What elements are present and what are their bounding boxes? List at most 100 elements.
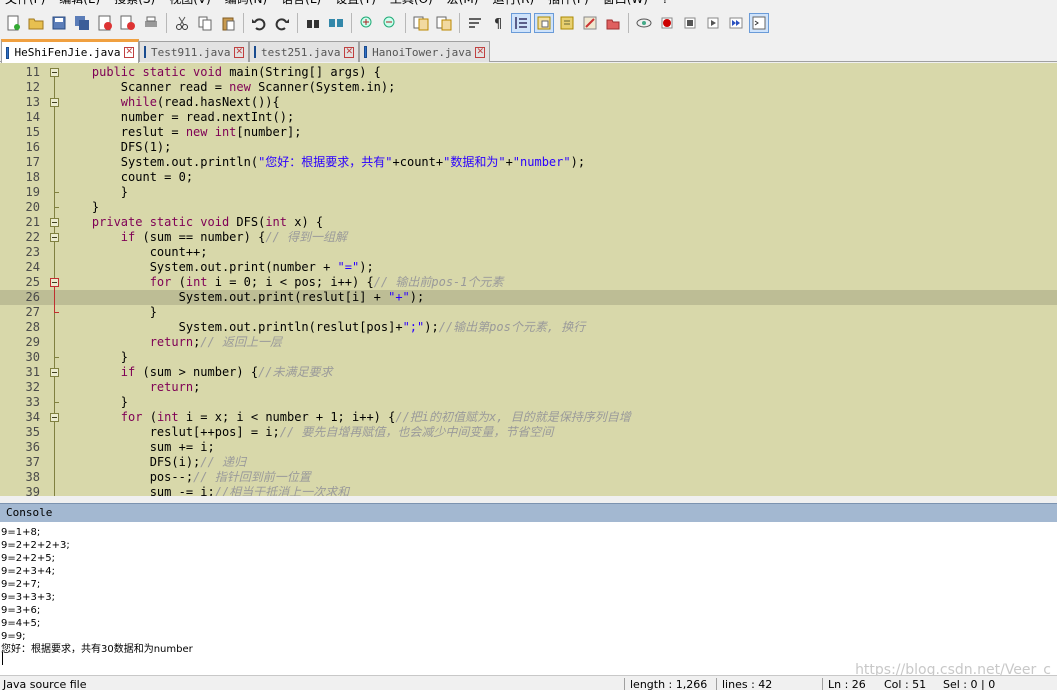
menu-item[interactable]: 宏(M) — [442, 0, 488, 6]
menu-item[interactable]: ? — [657, 0, 677, 6]
tab-heshifenjie[interactable]: HeShiFenJie.java ✕ — [1, 39, 139, 63]
redo-button[interactable] — [272, 13, 292, 33]
sync-horizontal-button[interactable] — [434, 13, 454, 33]
close-tab-icon[interactable]: ✕ — [234, 46, 245, 58]
run-macro-multiple-button[interactable] — [703, 13, 723, 33]
code-line[interactable]: 33 } — [0, 395, 1057, 410]
code-line[interactable]: 11 public static void main(String[] args… — [0, 65, 1057, 80]
paste-button[interactable] — [218, 13, 238, 33]
console-panel[interactable]: 9=1+8; 9=2+2+2+3; 9=2+2+5; 9=2+3+4; 9=2+7; 9=… — [0, 522, 1057, 678]
find-button[interactable] — [303, 13, 323, 33]
code-text: sum += i; — [63, 440, 215, 455]
folder-workspace-button[interactable] — [580, 13, 600, 33]
fold-toggle-icon[interactable] — [50, 368, 59, 377]
fold-toggle-icon[interactable] — [50, 413, 59, 422]
zoom-in-icon — [360, 16, 372, 28]
close-tab-icon[interactable]: ✕ — [475, 46, 485, 58]
menu-item[interactable]: 语言(L) — [276, 0, 330, 6]
menu-item[interactable]: 设置(T) — [330, 0, 385, 6]
play-macro-button[interactable] — [680, 13, 700, 33]
code-line[interactable]: 34 for (int i = x; i < number + 1; i++) … — [0, 410, 1057, 425]
code-line[interactable]: 13 while(read.hasNext()){ — [0, 95, 1057, 110]
open-file-button[interactable] — [26, 13, 46, 33]
comment: // 输出前pos-1个元素 — [373, 275, 504, 289]
code-line[interactable]: 28 System.out.println(reslut[pos]+";");/… — [0, 320, 1057, 335]
toolbar-separator — [628, 13, 629, 33]
code-line[interactable]: 29 return;// 返回上一层 — [0, 335, 1057, 350]
code-line[interactable]: 32 return; — [0, 380, 1057, 395]
code-line[interactable]: 12 Scanner read = new Scanner(System.in)… — [0, 80, 1057, 95]
menu-item[interactable]: 编辑(E) — [54, 0, 109, 6]
save-button[interactable] — [49, 13, 69, 33]
fold-toggle-icon[interactable] — [50, 218, 59, 227]
word-wrap-button[interactable] — [465, 13, 485, 33]
code-line[interactable]: 36 sum += i; — [0, 440, 1057, 455]
code-line[interactable]: 39 sum -= i;//相当于抵消上一次求和 — [0, 485, 1057, 496]
menu-item[interactable]: 工具(O) — [385, 0, 442, 6]
menu-item[interactable]: 窗口(W) — [598, 0, 657, 6]
code-line[interactable]: 22 if (sum == number) {// 得到一组解 — [0, 230, 1057, 245]
fold-toggle-icon[interactable] — [50, 68, 59, 77]
code-line[interactable]: 38 pos--;// 指针回到前一位置 — [0, 470, 1057, 485]
code-line[interactable]: 21 private static void DFS(int x) { — [0, 215, 1057, 230]
code-token: x) { — [294, 215, 324, 229]
monitoring-button[interactable] — [603, 13, 623, 33]
status-sel: Sel : 0 | 0 — [943, 678, 996, 690]
fold-toggle-icon[interactable] — [50, 98, 59, 107]
save-macro-button[interactable] — [726, 13, 746, 33]
menu-item[interactable]: 视图(V) — [164, 0, 220, 6]
menu-item[interactable]: 运行(R) — [487, 0, 543, 6]
record-macro-button[interactable] — [634, 13, 654, 33]
code-line[interactable]: 15 reslut = new int[number]; — [0, 125, 1057, 140]
new-file-button[interactable] — [3, 13, 23, 33]
tab-test251[interactable]: test251.java ✕ — [249, 41, 359, 62]
code-line[interactable]: 19 } — [0, 185, 1057, 200]
code-line[interactable]: 16 DFS(1); — [0, 140, 1057, 155]
code-line[interactable]: 20 } — [0, 200, 1057, 215]
comment: // 要先自增再赋值，也会减少中间变量，节省空间 — [279, 425, 554, 439]
menu-item[interactable]: 文件(F) — [0, 0, 54, 6]
code-line[interactable]: 23 count++; — [0, 245, 1057, 260]
code-line[interactable]: 26 System.out.print(reslut[i] + "+"); — [0, 290, 1057, 305]
close-all-button[interactable] — [118, 13, 138, 33]
code-token: } — [149, 305, 157, 319]
indent-guide-button[interactable] — [511, 13, 531, 33]
save-all-button[interactable] — [72, 13, 92, 33]
code-line[interactable]: 35 reslut[++pos] = i;// 要先自增再赋值，也会减少中间变量… — [0, 425, 1057, 440]
code-line[interactable]: 25 for (int i = 0; i < pos; i++) {// 输出前… — [0, 275, 1057, 290]
code-line[interactable]: 24 System.out.print(number + "="); — [0, 260, 1057, 275]
code-line[interactable]: 17 System.out.println("您好：根据要求，共有"+count… — [0, 155, 1057, 170]
code-line[interactable]: 18 count = 0; — [0, 170, 1057, 185]
menu-item[interactable]: 插件(P) — [543, 0, 598, 6]
fold-toggle-icon[interactable] — [50, 278, 59, 287]
close-button[interactable] — [95, 13, 115, 33]
code-line[interactable]: 14 number = read.nextInt(); — [0, 110, 1057, 125]
code-token: ); — [359, 260, 374, 274]
function-list-button[interactable] — [557, 13, 577, 33]
zoom-in-button[interactable] — [357, 13, 377, 33]
menu-item[interactable]: 编码(N) — [220, 0, 276, 6]
close-tab-icon[interactable]: ✕ — [344, 46, 355, 58]
close-tab-icon[interactable]: ✕ — [124, 47, 134, 58]
show-all-chars-button[interactable]: ¶ — [488, 13, 508, 33]
document-map-button[interactable] — [534, 13, 554, 33]
replace-button[interactable] — [326, 13, 346, 33]
code-line[interactable]: 27 } — [0, 305, 1057, 320]
fold-toggle-icon[interactable] — [50, 233, 59, 242]
sync-vertical-button[interactable] — [411, 13, 431, 33]
code-line[interactable]: 30 } — [0, 350, 1057, 365]
code-token: (sum == number) { — [142, 230, 266, 244]
tab-hanoitower[interactable]: HanoiTower.java ✕ — [359, 41, 490, 62]
zoom-out-button[interactable] — [380, 13, 400, 33]
print-button[interactable] — [141, 13, 161, 33]
code-line[interactable]: 37 DFS(i);// 递归 — [0, 455, 1057, 470]
stop-record-button[interactable] — [657, 13, 677, 33]
copy-button[interactable] — [195, 13, 215, 33]
tab-test911[interactable]: Test911.java ✕ — [139, 41, 249, 62]
code-line[interactable]: 31 if (sum > number) {//未满足要求 — [0, 365, 1057, 380]
menu-item[interactable]: 搜索(S) — [109, 0, 164, 6]
console-button[interactable] — [749, 13, 769, 33]
cut-button[interactable] — [172, 13, 192, 33]
code-editor[interactable]: 11 public static void main(String[] args… — [0, 63, 1057, 496]
undo-button[interactable] — [249, 13, 269, 33]
